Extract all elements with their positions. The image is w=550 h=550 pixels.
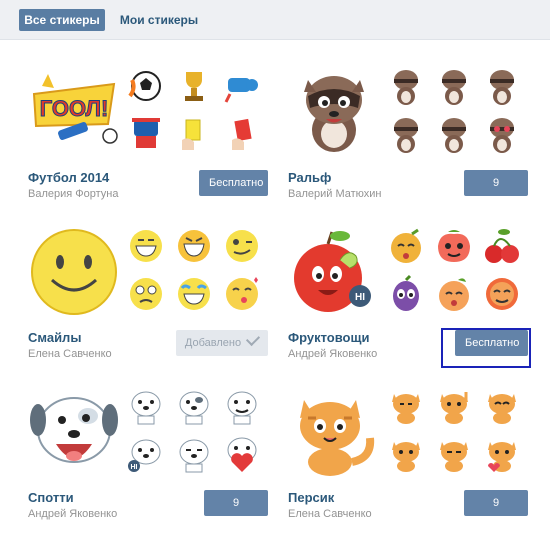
added-label: Добавлено [184,337,242,349]
football-goal-sticker-preview: ГООЛ! [28,66,120,158]
fruit-sticker-thumbnails [386,226,528,318]
dog-sticker-preview [28,386,120,478]
pack-title[interactable]: Футбол 2014 [28,170,109,185]
pack-author: Валерий Матюхин [288,188,382,200]
pack-author: Елена Савченко [28,348,112,360]
added-button[interactable]: Добавлено [176,330,268,356]
votes-button[interactable]: 9 голосов [464,490,528,535]
tab-my-stickers[interactable]: Мои стикеры [114,9,204,31]
get-free-button[interactable]: Бесплатно [199,170,268,196]
smiley-sticker-thumbnails [126,226,268,318]
sticker-pack-persik[interactable]: Персик Елена Савченко 9 голосов [288,386,528,546]
pack-author: Андрей Яковенко [288,348,378,360]
pack-author: Елена Савченко [288,508,372,520]
votes-button[interactable]: 9 голосов [464,170,528,215]
pack-title[interactable]: Персик [288,490,334,505]
pack-title[interactable]: Спотти [28,490,74,505]
sticker-pack-football[interactable]: ГООЛ! Футбол 2014 Валерия Фортуна Беспла… [28,66,268,226]
pack-title[interactable]: Смайлы [28,330,81,345]
apple-sticker-preview: HI [288,226,380,318]
check-icon [246,331,261,347]
votes-button[interactable]: 9 голосов [204,490,268,535]
smiley-sticker-preview [28,226,120,318]
cat-sticker-preview [288,386,380,478]
sticker-pack-ralph[interactable]: Ральф Валерий Матюхин 9 голосов [288,66,528,226]
cat-sticker-thumbnails [386,386,528,478]
sticker-pack-spotty[interactable]: HI Спотти Андрей Яковенко 9 голосов [28,386,268,546]
sticker-pack-smiles[interactable]: Смайлы Елена Савченко Добавлено [28,226,268,386]
pack-title[interactable]: Ральф [288,170,331,185]
focus-highlight [441,328,531,368]
svg-text:HI: HI [131,464,138,471]
dog-sticker-thumbnails: HI [126,386,268,478]
svg-text:HI: HI [355,292,365,303]
raccoon-sticker-preview [288,66,380,158]
svg-text:ГООЛ!: ГООЛ! [40,96,109,121]
tab-all-stickers[interactable]: Все стикеры [19,9,105,31]
raccoon-sticker-thumbnails [386,66,528,158]
pack-author: Валерия Фортуна [28,188,119,200]
football-sticker-thumbnails [126,66,268,158]
sticker-tabs: Все стикеры Мои стикеры [0,0,550,40]
pack-title[interactable]: Фруктовощи [288,330,369,345]
pack-author: Андрей Яковенко [28,508,118,520]
